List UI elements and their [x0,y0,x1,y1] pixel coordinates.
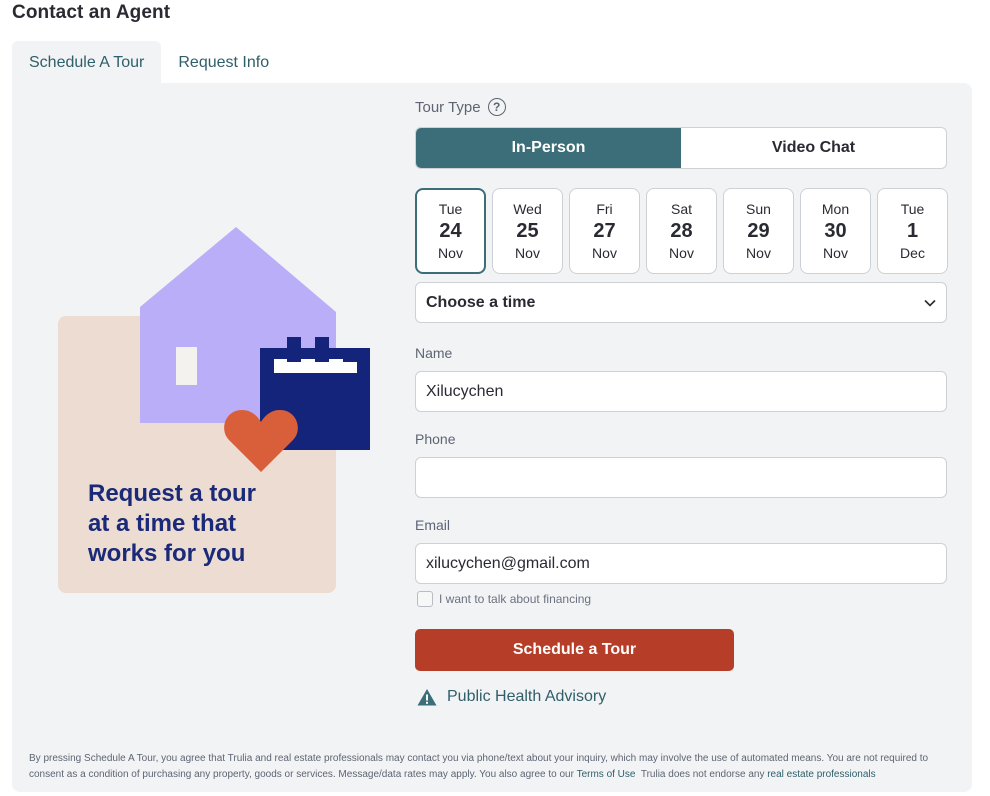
disclaimer-middle: Trulia does not endorse any [635,769,768,780]
tour-type-toggle: In-Person Video Chat [415,127,947,169]
date-weekday: Tue [438,201,463,217]
date-month: Dec [900,245,925,261]
promo-text: Request a tour at a time that works for … [88,480,257,567]
date-month: Nov [823,245,848,261]
heart-icon [224,410,298,472]
date-weekday: Mon [821,201,850,217]
tab-bar: Schedule A Tour Request Info [12,41,286,84]
date-option[interactable]: Tue 1 Dec [877,188,948,274]
house-window [176,347,197,385]
date-day: 30 [824,220,847,242]
date-day: 24 [439,220,462,242]
date-day: 1 [906,220,919,242]
date-option[interactable]: Sat 28 Nov [646,188,717,274]
date-weekday: Sat [670,201,692,217]
chevron-down-icon [924,299,936,307]
in-person-button[interactable]: In-Person [416,128,681,168]
schedule-tour-button[interactable]: Schedule a Tour [415,629,734,671]
date-weekday: Fri [596,201,613,217]
date-weekday: Wed [513,201,542,217]
date-month: Nov [669,245,694,261]
date-month: Nov [592,245,617,261]
question-circle-icon[interactable]: ? [487,98,506,116]
real-estate-professionals-link[interactable]: real estate professionals [767,769,875,780]
date-month: Nov [438,245,463,261]
terms-of-use-link[interactable]: Terms of Use [577,769,636,780]
date-day: 29 [747,220,770,242]
date-month: Nov [746,245,771,261]
time-select-value: Choose a time [426,293,536,311]
tour-illustration: Request a tour at a time that works for … [58,227,370,593]
date-option[interactable]: Wed 25 Nov [492,188,563,274]
date-weekday: Sun [746,201,771,217]
name-label: Name [415,345,453,361]
date-option[interactable]: Fri 27 Nov [569,188,640,274]
tour-type-header: Tour Type ? [415,98,506,116]
phone-label: Phone [415,431,456,447]
legal-disclaimer: By pressing Schedule A Tour, you agree t… [29,751,949,783]
financing-checkbox[interactable] [417,591,433,607]
warning-icon [417,689,437,706]
email-label: Email [415,517,451,533]
tour-type-label: Tour Type [415,98,481,116]
health-advisory: Public Health Advisory [417,688,606,706]
date-option[interactable]: Mon 30 Nov [800,188,871,274]
tab-request-info[interactable]: Request Info [161,41,286,84]
date-day: 27 [593,220,616,242]
financing-label: I want to talk about financing [439,592,592,606]
date-option[interactable]: Tue 24 Nov [415,188,486,274]
date-option[interactable]: Sun 29 Nov [723,188,794,274]
date-weekday: Tue [900,201,925,217]
video-chat-button[interactable]: Video Chat [681,128,946,168]
name-field[interactable] [415,371,947,412]
financing-option: I want to talk about financing [417,591,591,607]
date-month: Nov [515,245,540,261]
time-select[interactable]: Choose a time [415,282,947,323]
tab-schedule-tour[interactable]: Schedule A Tour [12,41,162,84]
date-day: 28 [670,220,693,242]
public-health-advisory-link[interactable]: Public Health Advisory [447,688,606,706]
phone-field[interactable] [415,457,947,498]
email-field[interactable] [415,543,947,584]
page-title: Contact an Agent [12,2,171,23]
date-day: 25 [516,220,539,242]
date-picker: Tue 24 Nov Wed 25 Nov Fri 27 Nov Sat 28 … [415,188,948,274]
